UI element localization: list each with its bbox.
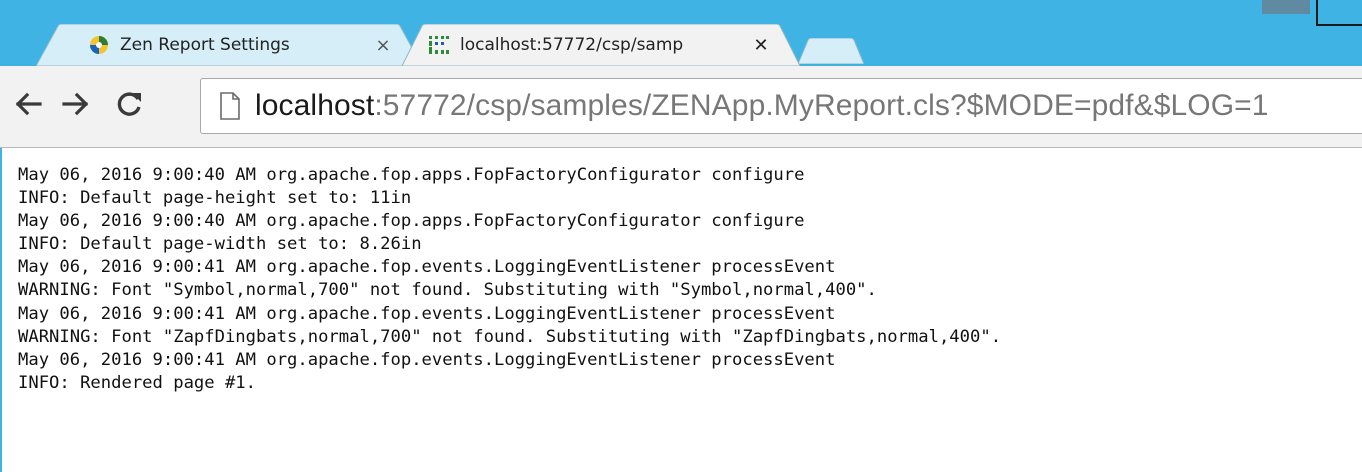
log-line: INFO: Default page-height set to: 11in [18, 188, 412, 209]
tab-close-icon[interactable]: ✕ [748, 32, 774, 58]
browser-toolbar: localhost:57772/csp/samples/ZENApp.MyRep… [0, 66, 1362, 148]
address-bar[interactable]: localhost:57772/csp/samples/ZENApp.MyRep… [200, 78, 1362, 134]
new-tab-icon [798, 38, 864, 64]
zen-grid-icon [429, 36, 449, 54]
url-text: localhost:57772/csp/samples/ZENApp.MyRep… [255, 89, 1269, 123]
reload-button[interactable] [110, 84, 150, 124]
tab-strip: Zen Report Settings × localhost:57772/cs… [0, 22, 1362, 66]
puzzle-icon [90, 36, 108, 54]
new-tab-button[interactable] [798, 24, 864, 66]
forward-button[interactable] [56, 84, 96, 124]
log-line: INFO: Default page-width set to: 8.26in [18, 234, 422, 255]
tab-title: localhost:57772/csp/samp [460, 35, 684, 55]
tab-close-icon[interactable]: × [370, 32, 396, 58]
log-line: May 06, 2016 9:00:41 AM org.apache.fop.e… [18, 303, 836, 324]
reload-icon [117, 92, 141, 116]
log-line: May 06, 2016 9:00:41 AM org.apache.fop.e… [18, 349, 836, 370]
window-minimize-button[interactable] [1262, 0, 1310, 14]
back-arrow-icon [15, 92, 42, 116]
log-line: WARNING: Font "Symbol,normal,700" not fo… [18, 280, 877, 301]
log-line: May 06, 2016 9:00:41 AM org.apache.fop.e… [18, 257, 836, 278]
page-icon [220, 92, 240, 120]
back-button[interactable] [8, 84, 48, 124]
forward-arrow-icon [62, 92, 89, 116]
page-content: May 06, 2016 9:00:40 AM org.apache.fop.a… [0, 148, 1362, 472]
tab-title: Zen Report Settings [120, 35, 290, 55]
url-host: localhost [255, 89, 375, 122]
url-path: :57772/csp/samples/ZENApp.MyReport.cls?$… [374, 89, 1269, 122]
tab-localhost[interactable]: localhost:57772/csp/samp ✕ [402, 24, 800, 66]
log-line: INFO: Rendered page #1. [18, 372, 256, 393]
log-line: WARNING: Font "ZapfDingbats,normal,700" … [18, 326, 1002, 347]
tab-zen-report-settings[interactable]: Zen Report Settings × [36, 24, 422, 66]
log-line: May 06, 2016 9:00:40 AM org.apache.fop.a… [18, 165, 805, 185]
log-line: May 06, 2016 9:00:40 AM org.apache.fop.a… [18, 211, 805, 232]
